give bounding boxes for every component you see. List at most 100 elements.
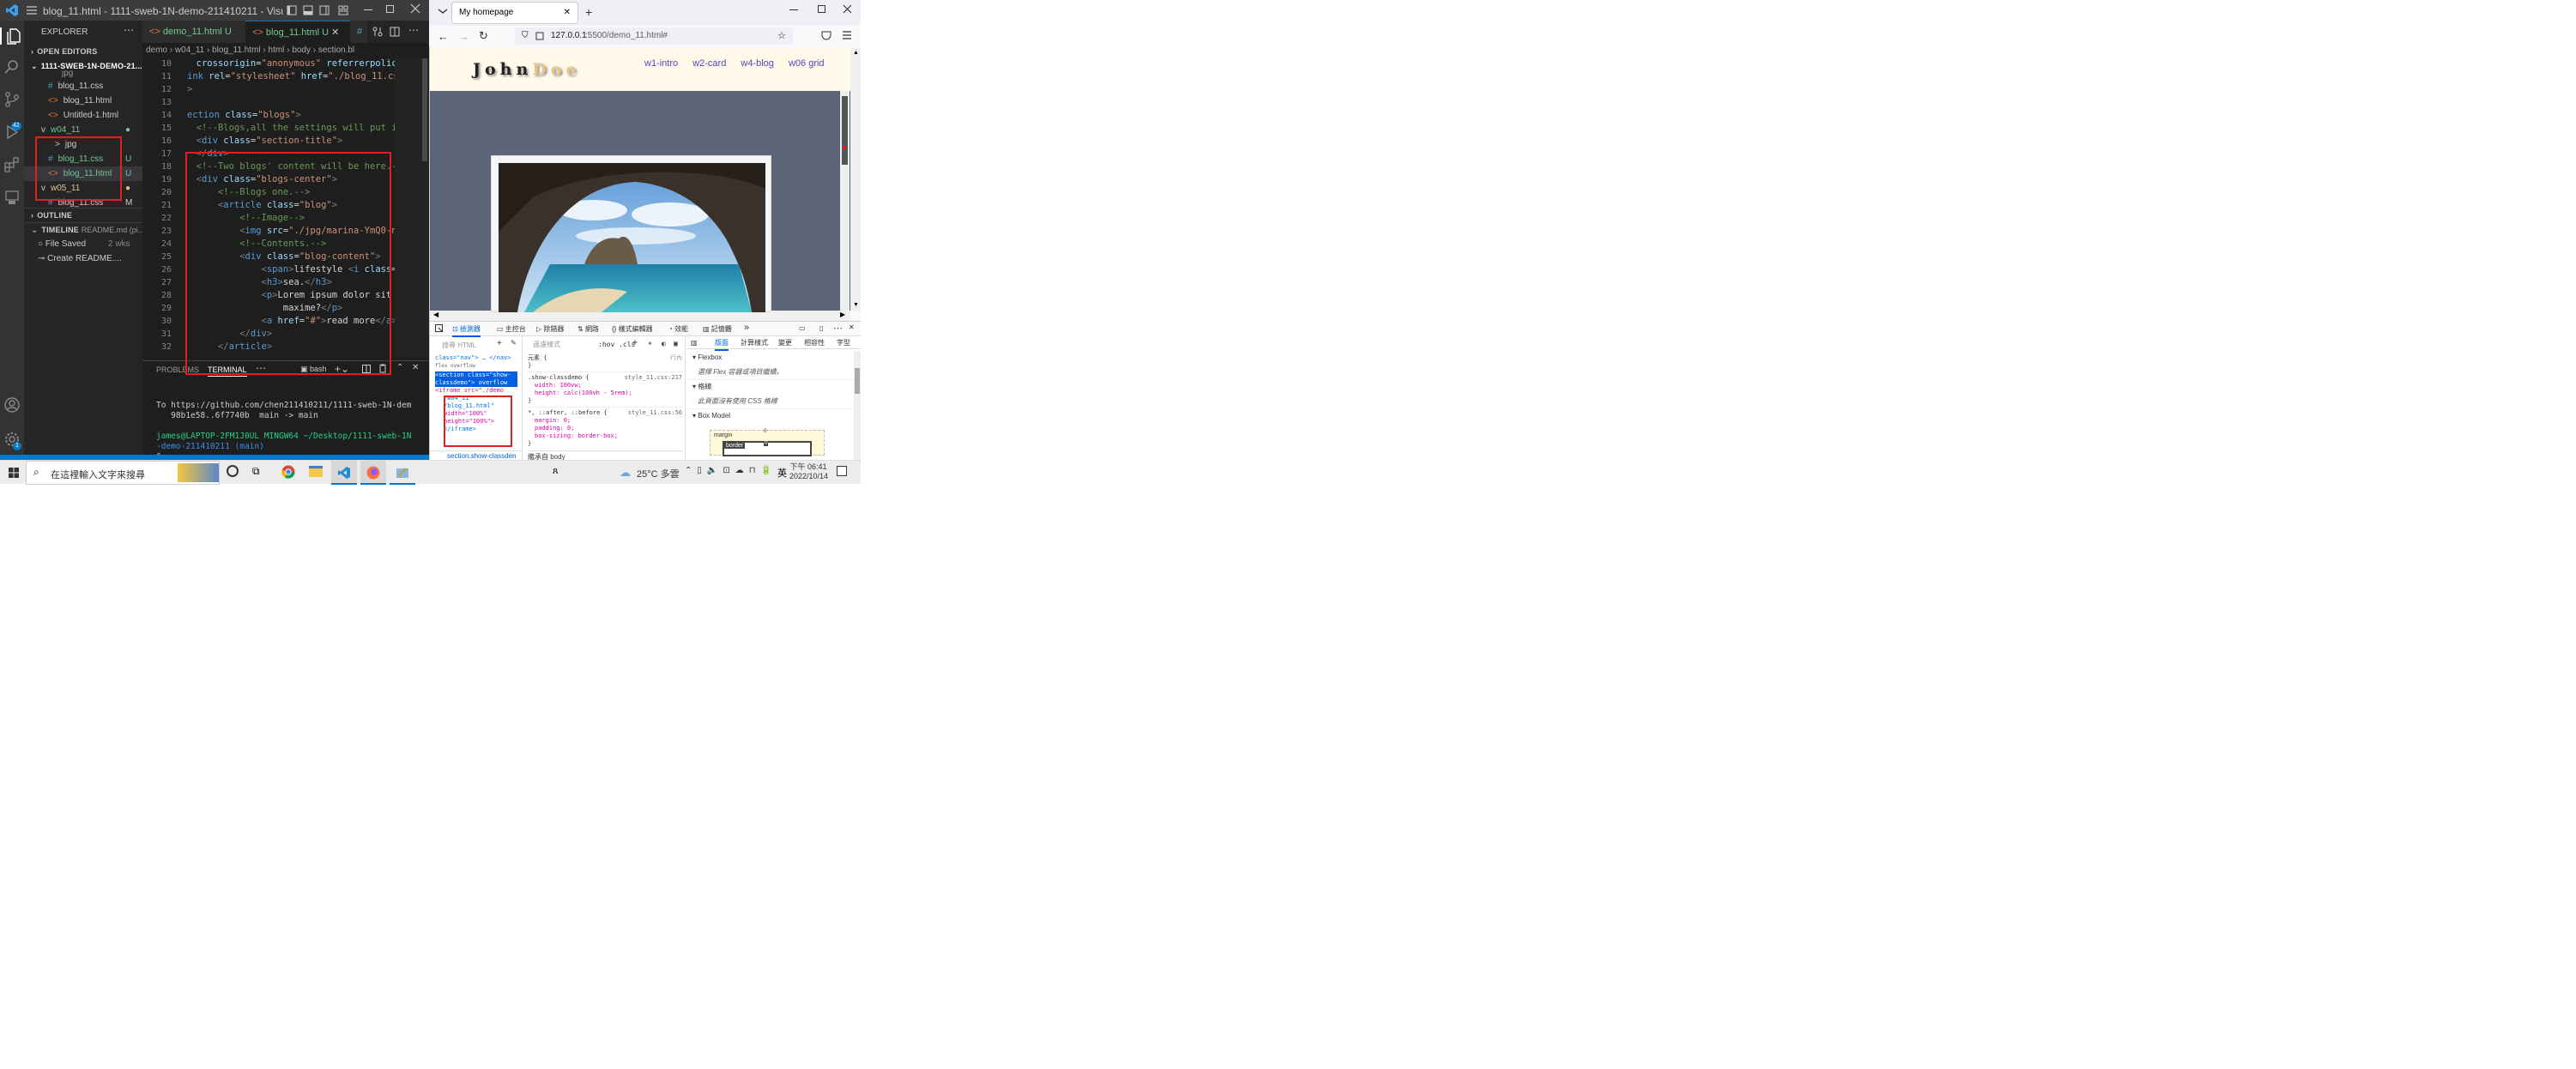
source-control-icon[interactable] bbox=[3, 91, 21, 108]
tab-css[interactable]: # bbox=[350, 21, 367, 43]
tree-item[interactable]: <> blog_11.html bbox=[24, 94, 142, 108]
tab-changes[interactable]: 變更 bbox=[778, 337, 792, 349]
page-scrollbar[interactable]: ▲ ▼ bbox=[850, 48, 861, 311]
back-icon[interactable]: ← bbox=[438, 30, 449, 43]
html-node[interactable]: class="nav"> … </nav> bbox=[435, 354, 517, 362]
html-node-selected[interactable]: <section class="show-classdemo"> overflo… bbox=[435, 371, 517, 387]
tree-item[interactable]: <> Untitled-1.html bbox=[24, 108, 142, 123]
browser-minimize-icon[interactable] bbox=[789, 9, 798, 10]
filter-styles-input[interactable]: 過濾樣式 bbox=[533, 341, 560, 348]
dark-theme-icon[interactable]: ◐ bbox=[662, 340, 666, 347]
browser-maximize-icon[interactable] bbox=[818, 5, 825, 13]
clock[interactable]: 下午 06:41 2022/10/14 bbox=[789, 462, 828, 481]
tab-blog[interactable]: <> blog_11.html U ✕ bbox=[245, 21, 350, 43]
tab-computed[interactable]: 計算樣式 bbox=[741, 337, 768, 349]
system-tray-icons[interactable]: ⌃▯🔈⊡☁⊓🔋 bbox=[685, 466, 777, 475]
more-actions-icon[interactable]: ⋯ bbox=[124, 25, 134, 35]
eyedropper-icon[interactable]: ✎ bbox=[511, 339, 517, 347]
maximize-icon[interactable] bbox=[386, 5, 394, 13]
extensions-icon[interactable] bbox=[3, 156, 21, 173]
tab-debugger[interactable]: ▷ 除錯器 bbox=[536, 324, 564, 334]
weather-icon[interactable]: ☁ bbox=[620, 466, 631, 480]
minimize-icon[interactable] bbox=[364, 9, 372, 10]
windows-start-icon[interactable] bbox=[9, 468, 19, 478]
new-tab-icon[interactable]: + bbox=[585, 5, 592, 19]
task-view-icon[interactable]: ⧉ bbox=[252, 465, 260, 478]
responsive-mode-icon[interactable]: ▭ bbox=[799, 324, 806, 332]
scrollbar[interactable] bbox=[422, 58, 427, 161]
add-rule-icon[interactable]: + bbox=[632, 339, 638, 347]
outline-section[interactable]: › OUTLINE bbox=[24, 208, 142, 222]
ime-indicator[interactable]: 英 bbox=[777, 466, 787, 480]
nav-link-w2[interactable]: w2-card bbox=[692, 58, 726, 69]
boxmodel-header[interactable]: ▾ Box Model bbox=[687, 409, 854, 423]
tree-item[interactable]: # blog_11.css bbox=[24, 79, 142, 94]
search-icon[interactable] bbox=[3, 58, 21, 75]
firefox-taskbar-button[interactable] bbox=[360, 461, 386, 485]
tab-fonts[interactable]: 字型 bbox=[837, 337, 850, 349]
run-debug-icon[interactable] bbox=[3, 124, 21, 141]
people-icon[interactable]: ጸ bbox=[553, 466, 558, 477]
pocket-icon[interactable] bbox=[821, 31, 831, 40]
devtools-close-icon[interactable]: ✕ bbox=[849, 323, 855, 331]
app-menu-icon[interactable] bbox=[842, 31, 852, 39]
close-tab-icon[interactable]: ✕ bbox=[331, 27, 339, 38]
pick-element-icon[interactable] bbox=[435, 324, 444, 333]
taskbar-search[interactable]: ⌕ 在這裡輸入文字來搜尋 bbox=[26, 461, 220, 485]
editor-more-icon[interactable]: ⋯ bbox=[408, 24, 419, 36]
terminal-output[interactable]: To https://github.com/chen211410211/1111… bbox=[156, 390, 411, 460]
tab-inspector[interactable]: ⊡ 檢測器 bbox=[452, 324, 481, 337]
html-node[interactable]: <iframe src="./demo bbox=[435, 387, 517, 395]
split-editor-icon[interactable] bbox=[390, 27, 400, 37]
more-tools-icon[interactable]: » bbox=[744, 323, 749, 333]
tab-demo[interactable]: <> demo_11.html U bbox=[142, 21, 245, 43]
explorer-icon[interactable] bbox=[0, 27, 24, 45]
close-panel-icon[interactable]: ✕ bbox=[412, 363, 419, 372]
breadcrumb-item[interactable]: section.bl bbox=[318, 45, 354, 55]
file-explorer-icon[interactable] bbox=[309, 466, 323, 477]
weather-text[interactable]: 25°C 多雲 bbox=[637, 467, 680, 480]
close-icon[interactable] bbox=[410, 3, 420, 14]
close-tab-icon[interactable]: ✕ bbox=[564, 3, 571, 23]
breadcrumb-item[interactable]: body bbox=[292, 45, 311, 55]
dock-icon[interactable]: ▯ bbox=[819, 324, 823, 332]
pseudo-toggle[interactable]: :hov .cls bbox=[598, 341, 635, 348]
timeline-item[interactable]: ⊸ Create README.... bbox=[24, 251, 142, 266]
menu-icon[interactable] bbox=[26, 4, 38, 16]
devtools-menu-icon[interactable]: ⋯ bbox=[833, 323, 843, 334]
bookmark-star-icon[interactable]: ☆ bbox=[777, 27, 786, 45]
open-editors-section[interactable]: › OPEN EDITORS bbox=[24, 45, 142, 59]
pen-app-taskbar-button[interactable] bbox=[390, 461, 415, 485]
light-theme-icon[interactable]: ☀ bbox=[648, 340, 652, 347]
grid-header[interactable]: ▾ 格線 bbox=[687, 380, 854, 394]
account-icon[interactable] bbox=[3, 396, 21, 414]
nav-link-w1[interactable]: w1-intro bbox=[644, 58, 678, 69]
customize-layout-icon[interactable] bbox=[338, 5, 348, 15]
search-html-input[interactable]: 搜尋 HTML bbox=[442, 341, 476, 350]
flexbox-header[interactable]: ▾ Flexbox bbox=[687, 351, 854, 365]
list-tabs-icon[interactable] bbox=[438, 7, 448, 15]
open-changes-icon[interactable] bbox=[372, 27, 383, 37]
breadcrumb-item[interactable]: blog_11.html bbox=[212, 45, 261, 55]
tab-compatibility[interactable]: 相容性 bbox=[804, 337, 825, 349]
tab-console[interactable]: ▭ 主控台 bbox=[497, 324, 526, 334]
css-rules[interactable]: 元素 {行內 } .show-classdemo {style_11.css:2… bbox=[528, 354, 682, 461]
chrome-icon[interactable] bbox=[281, 465, 295, 479]
site-logo[interactable]: JohnDoe bbox=[473, 60, 581, 79]
remote-explorer-icon[interactable] bbox=[3, 189, 21, 206]
sidebar-toggle-icon[interactable]: ▥ bbox=[691, 337, 698, 349]
address-bar[interactable]: ⛉ 127.0.0.1 :5500/demo_11.html# ☆ bbox=[515, 27, 793, 45]
timeline-item[interactable]: ○ File Saved 2 wks bbox=[24, 237, 142, 251]
tab-memory[interactable]: ▥ 記憶體 bbox=[703, 324, 732, 334]
add-node-icon[interactable]: + bbox=[497, 339, 502, 348]
reload-icon[interactable]: ↻ bbox=[479, 29, 488, 43]
notification-icon[interactable] bbox=[837, 466, 847, 476]
breadcrumb-item[interactable]: html bbox=[269, 45, 285, 55]
layout-toggle-icons[interactable] bbox=[287, 5, 338, 15]
iframe-scrollbar[interactable] bbox=[840, 91, 850, 311]
maximize-panel-icon[interactable]: ⌃ bbox=[396, 363, 403, 372]
page-info-icon[interactable] bbox=[535, 32, 544, 40]
vscode-taskbar-button[interactable] bbox=[331, 461, 357, 485]
layout-scrollbar[interactable] bbox=[854, 351, 861, 461]
browser-close-icon[interactable] bbox=[843, 4, 852, 14]
